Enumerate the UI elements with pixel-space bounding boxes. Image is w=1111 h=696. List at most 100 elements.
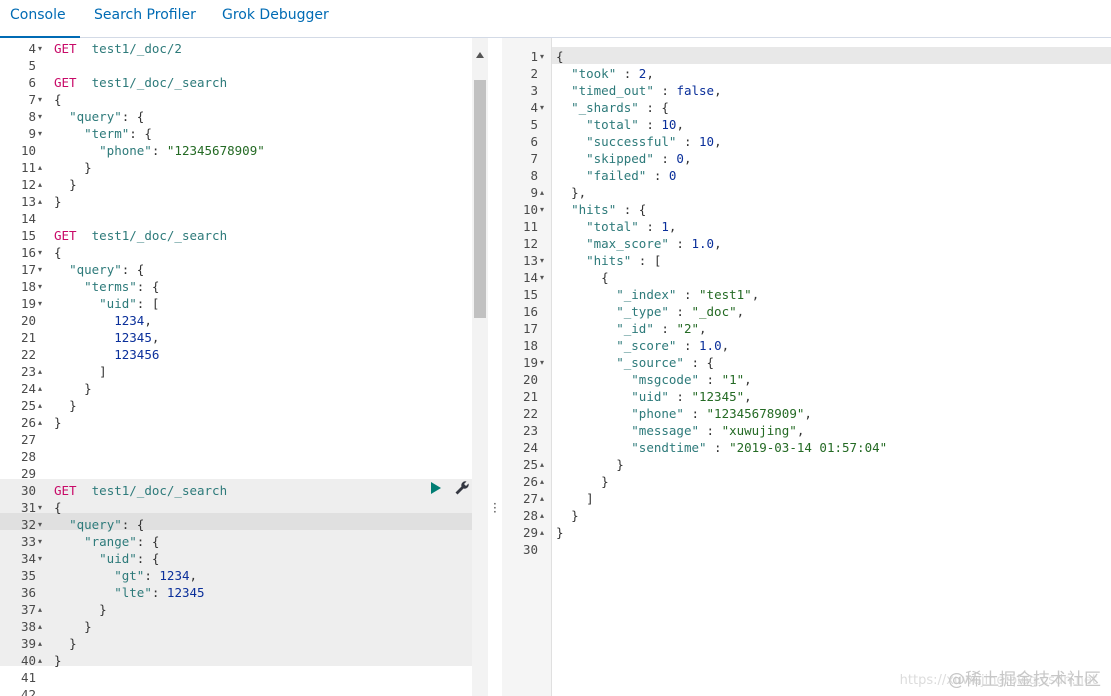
code-line: "terms": { [84, 279, 160, 294]
tab-console[interactable]: Console [0, 0, 80, 38]
tab-search-profiler[interactable]: Search Profiler [80, 0, 206, 38]
fold-close-icon[interactable]: ▴ [38, 652, 42, 669]
code-line: "_shards" : { [571, 100, 669, 115]
line-number: 33 [20, 534, 36, 549]
line-number: 9 [28, 126, 36, 141]
code-line: } [84, 381, 92, 396]
line-number: 7 [530, 151, 538, 166]
fold-close-icon[interactable]: ▴ [38, 176, 42, 193]
fold-open-icon[interactable]: ▾ [540, 201, 544, 218]
line-number: 8 [530, 168, 538, 183]
fold-close-icon[interactable]: ▴ [38, 193, 42, 210]
line-number: 18 [20, 279, 36, 294]
fold-open-icon[interactable]: ▾ [38, 40, 42, 57]
line-number: 27 [522, 491, 538, 506]
line-number: 26 [20, 415, 36, 430]
fold-close-icon[interactable]: ▴ [540, 490, 544, 507]
fold-close-icon[interactable]: ▴ [38, 618, 42, 635]
code-line: "query": { [69, 517, 145, 532]
tab-grok-debugger[interactable]: Grok Debugger [206, 0, 340, 38]
fold-open-icon[interactable]: ▾ [540, 48, 544, 65]
request-scrollbar[interactable] [472, 38, 488, 696]
fold-close-icon[interactable]: ▴ [540, 507, 544, 524]
line-number: 41 [20, 670, 36, 685]
fold-open-icon[interactable]: ▾ [38, 550, 42, 567]
line-number: 7 [28, 92, 36, 107]
fold-open-icon[interactable]: ▾ [540, 269, 544, 286]
line-number: 38 [20, 619, 36, 634]
pane-divider[interactable]: · · · [488, 38, 502, 696]
fold-close-icon[interactable]: ▴ [38, 414, 42, 431]
line-number: 2 [530, 66, 538, 81]
code-line: "timed_out" : false, [571, 83, 722, 98]
line-number: 23 [522, 423, 538, 438]
code-line: } [84, 160, 92, 175]
line-number: 18 [522, 338, 538, 353]
line-number: 30 [20, 483, 36, 498]
fold-open-icon[interactable]: ▾ [540, 99, 544, 116]
response-editor[interactable]: { "took" : 2, "timed_out" : false, "_sha… [552, 38, 1111, 696]
fold-open-icon[interactable]: ▾ [38, 295, 42, 312]
request-editor[interactable]: GET test1/_doc/2 GET test1/_doc/_search{ … [50, 38, 472, 696]
line-number: 15 [20, 228, 36, 243]
code-line: GET test1/_doc/_search [54, 228, 228, 243]
line-number: 42 [20, 687, 36, 696]
fold-open-icon[interactable]: ▾ [38, 91, 42, 108]
fold-close-icon[interactable]: ▴ [38, 635, 42, 652]
fold-open-icon[interactable]: ▾ [38, 108, 42, 125]
code-line: } [69, 398, 77, 413]
line-number: 28 [20, 449, 36, 464]
line-number: 34 [20, 551, 36, 566]
fold-open-icon[interactable]: ▾ [38, 516, 42, 533]
line-number: 20 [20, 313, 36, 328]
line-number: 27 [20, 432, 36, 447]
code-line: GET test1/_doc/_search [54, 483, 228, 498]
code-line: } [54, 415, 62, 430]
fold-close-icon[interactable]: ▴ [540, 524, 544, 541]
code-line: "took" : 2, [571, 66, 654, 81]
line-number: 6 [28, 75, 36, 90]
code-line: } [571, 508, 579, 523]
line-number: 6 [530, 134, 538, 149]
fold-close-icon[interactable]: ▴ [38, 397, 42, 414]
line-number: 30 [522, 542, 538, 557]
fold-close-icon[interactable]: ▴ [38, 601, 42, 618]
scrollbar-thumb[interactable] [474, 80, 486, 318]
play-icon[interactable] [431, 482, 441, 494]
line-number: 12 [20, 177, 36, 192]
fold-close-icon[interactable]: ▴ [540, 456, 544, 473]
fold-close-icon[interactable]: ▴ [540, 184, 544, 201]
line-number: 28 [522, 508, 538, 523]
fold-close-icon[interactable]: ▴ [38, 159, 42, 176]
fold-open-icon[interactable]: ▾ [38, 533, 42, 550]
line-number: 16 [20, 245, 36, 260]
fold-close-icon[interactable]: ▴ [38, 363, 42, 380]
wrench-icon[interactable] [454, 480, 470, 496]
line-number: 20 [522, 372, 538, 387]
code-line: } [601, 474, 609, 489]
code-line: "msgcode" : "1", [631, 372, 752, 387]
fold-close-icon[interactable]: ▴ [38, 380, 42, 397]
fold-open-icon[interactable]: ▾ [38, 261, 42, 278]
line-number: 40 [20, 653, 36, 668]
code-line: "term": { [84, 126, 152, 141]
drag-handle-icon[interactable]: · · · [493, 498, 497, 518]
code-line: 123456 [114, 347, 160, 362]
fold-close-icon[interactable]: ▴ [540, 473, 544, 490]
fold-open-icon[interactable]: ▾ [38, 499, 42, 516]
line-number: 22 [20, 347, 36, 362]
fold-open-icon[interactable]: ▾ [38, 278, 42, 295]
code-line: "_type" : "_doc", [616, 304, 745, 319]
line-number: 25 [522, 457, 538, 472]
code-line: "total" : 1, [586, 219, 677, 234]
line-number: 32 [20, 517, 36, 532]
scroll-up-arrow[interactable] [476, 52, 484, 58]
line-number: 19 [522, 355, 538, 370]
line-number: 14 [20, 211, 36, 226]
fold-open-icon[interactable]: ▾ [38, 244, 42, 261]
fold-open-icon[interactable]: ▾ [540, 354, 544, 371]
fold-open-icon[interactable]: ▾ [38, 125, 42, 142]
line-number: 24 [522, 440, 538, 455]
line-number: 5 [28, 58, 36, 73]
fold-open-icon[interactable]: ▾ [540, 252, 544, 269]
